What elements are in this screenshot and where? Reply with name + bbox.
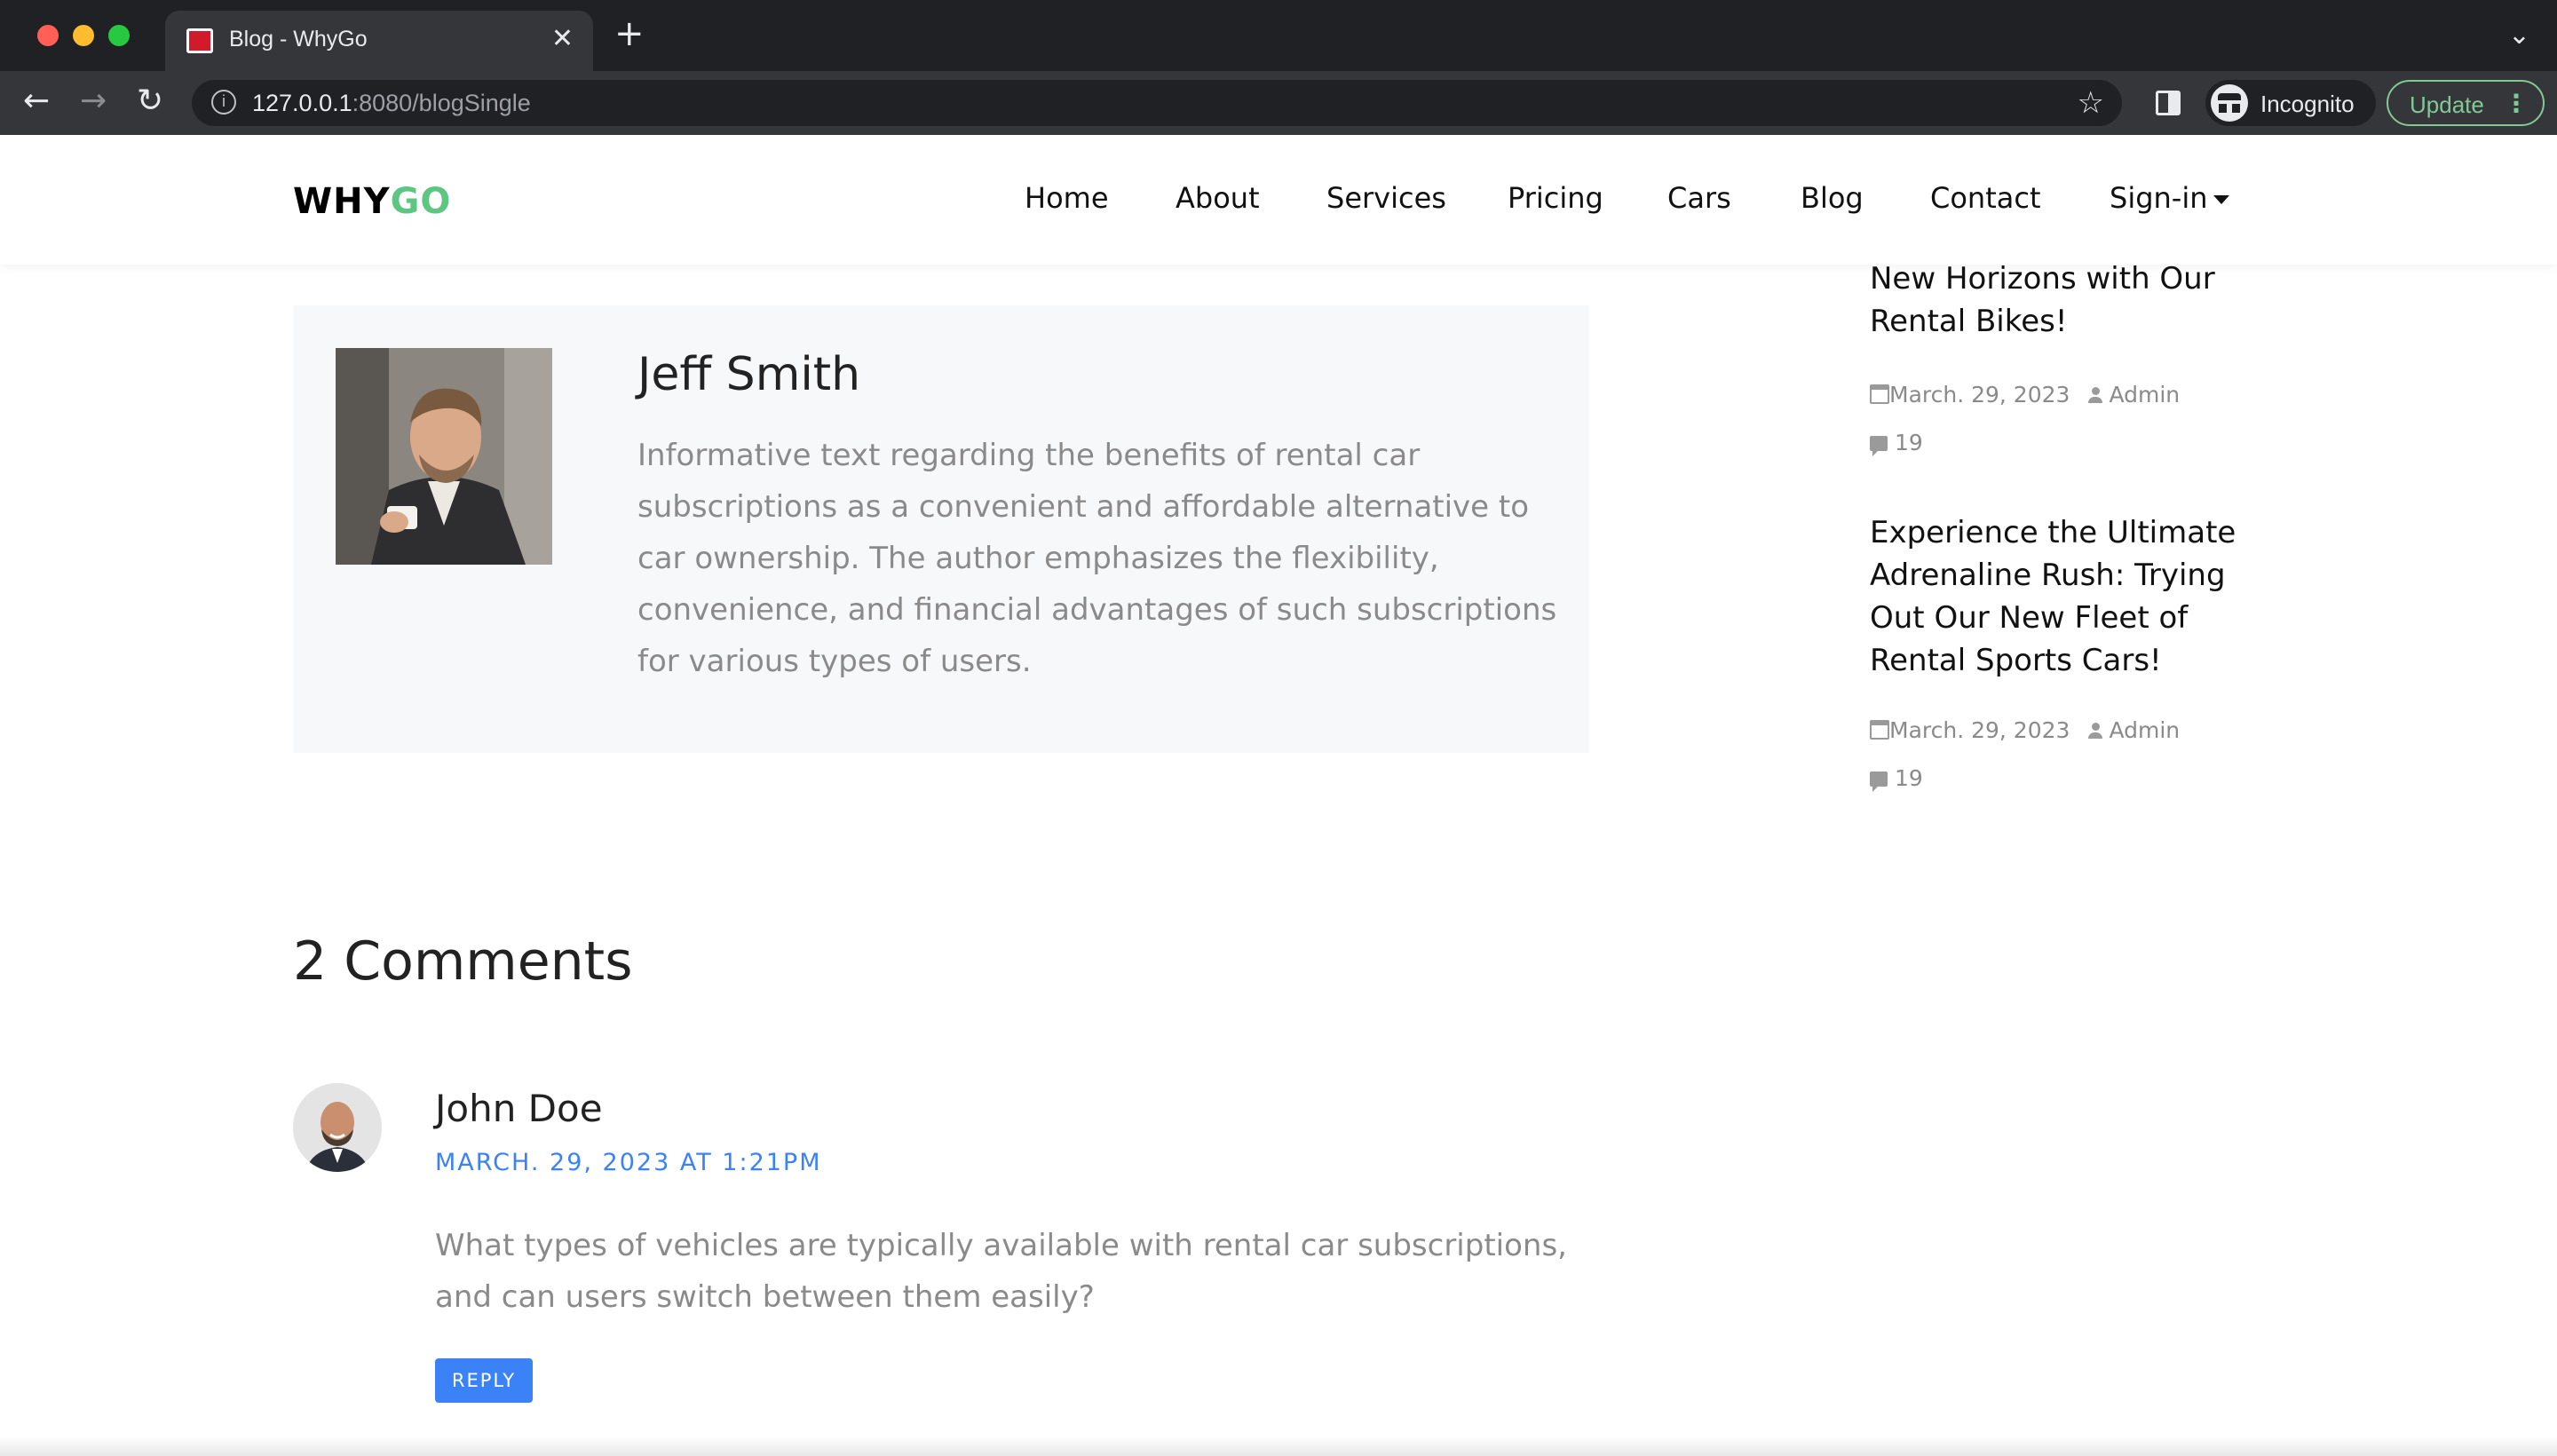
bookmark-star-icon[interactable]: ☆ (2078, 85, 2104, 121)
comment-count: 19 (1895, 430, 1923, 455)
sidebar-post-meta: March. 29, 2023 Admin (1870, 382, 2180, 408)
sidebar-post-date: March. 29, 2023 (1889, 382, 2070, 408)
sidebar-post-date: March. 29, 2023 (1889, 717, 2070, 743)
window-minimize-button[interactable] (73, 25, 94, 46)
sidebar-post-comments[interactable]: 19 (1870, 765, 1923, 792)
browser-titlebar: Blog - WhyGo ✕ + ⌄ (0, 0, 2557, 71)
nav-pricing[interactable]: Pricing (1508, 181, 1603, 215)
comment-count: 19 (1895, 765, 1923, 791)
browser-toolbar: ← → ↻ i 127.0.0.1:8080/blogSingle ☆ Inco… (0, 71, 2557, 135)
address-bar[interactable]: i 127.0.0.1:8080/blogSingle ☆ (192, 80, 2122, 126)
comments-heading: 2 Comments (293, 930, 633, 993)
site-info-icon[interactable]: i (211, 90, 236, 115)
user-icon (2087, 723, 2103, 739)
comment-text: What types of vehicles are typically ava… (435, 1228, 1567, 1315)
nav-blog[interactable]: Blog (1801, 181, 1864, 215)
sidebar-post-title[interactable]: New Horizons with Our Rental Bikes! (1870, 257, 2243, 343)
commenter-avatar (293, 1083, 382, 1172)
nav-cars[interactable]: Cars (1667, 181, 1731, 215)
side-panel-icon[interactable] (2156, 91, 2181, 115)
comment-icon (1870, 436, 1888, 456)
nav-services[interactable]: Services (1326, 181, 1446, 215)
web-page: New Horizons with Our Rental Bikes! Marc… (0, 135, 2557, 1456)
sidebar-post-author[interactable]: Admin (2109, 717, 2180, 743)
author-name: Jeff Smith (637, 348, 861, 401)
author-bio-box: Jeff Smith Informative text regarding th… (293, 305, 1589, 753)
window-close-button[interactable] (37, 25, 59, 46)
new-tab-plus-icon[interactable]: + (614, 16, 645, 51)
browser-tab[interactable]: Blog - WhyGo ✕ (165, 11, 593, 71)
sidebar-post-author[interactable]: Admin (2109, 382, 2180, 408)
author-photo (336, 348, 552, 565)
author-bio: Informative text regarding the benefits … (637, 438, 1557, 679)
site-favicon-icon (186, 28, 213, 53)
incognito-profile-button[interactable]: Incognito (2205, 80, 2376, 126)
reply-button[interactable]: REPLY (435, 1358, 533, 1403)
user-icon (2087, 387, 2103, 403)
incognito-label: Incognito (2260, 91, 2355, 117)
nav-home[interactable]: Home (1025, 181, 1109, 215)
update-label: Update (2410, 91, 2484, 118)
nav-contact[interactable]: Contact (1930, 181, 2041, 215)
reload-icon[interactable]: ↻ (137, 83, 163, 119)
site-logo[interactable]: WHYGO (293, 181, 451, 222)
commenter-name: John Doe (435, 1087, 603, 1130)
nav-signin-dropdown[interactable]: Sign-in (2110, 181, 2229, 215)
nav-about[interactable]: About (1176, 181, 1260, 215)
comment-icon (1870, 772, 1888, 792)
tab-title: Blog - WhyGo (229, 27, 368, 51)
back-arrow-icon[interactable]: ← (23, 83, 50, 119)
site-header: WHYGO Home About Services Pricing Cars B… (0, 135, 2557, 265)
calendar-icon (1870, 384, 1889, 404)
sidebar-post-meta: March. 29, 2023 Admin (1870, 717, 2180, 743)
window-maximize-button[interactable] (108, 25, 130, 46)
page-bottom-fade (0, 1436, 2557, 1456)
comment-date: MARCH. 29, 2023 AT 1:21PM (435, 1149, 822, 1176)
forward-arrow-icon[interactable]: → (80, 83, 107, 119)
more-menu-icon[interactable]: ⋮ (2504, 89, 2529, 118)
sidebar-post-comments[interactable]: 19 (1870, 430, 1923, 456)
update-button[interactable]: Update ⋮ (2387, 80, 2545, 126)
tab-close-icon[interactable]: ✕ (551, 23, 574, 54)
sidebar-post-title[interactable]: Experience the Ultimate Adrenaline Rush:… (1870, 511, 2243, 682)
incognito-icon (2211, 84, 2248, 122)
url-text[interactable]: 127.0.0.1:8080/blogSingle (252, 90, 531, 117)
calendar-icon (1870, 720, 1889, 740)
tab-search-chevron-icon[interactable]: ⌄ (2508, 20, 2530, 51)
caret-down-icon (2213, 195, 2229, 204)
